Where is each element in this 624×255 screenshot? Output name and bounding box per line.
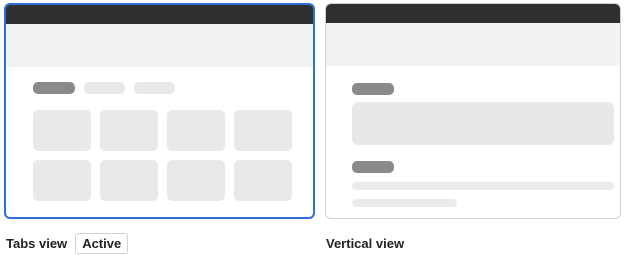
- preview-tile: [234, 160, 292, 201]
- preview-tab: [84, 82, 125, 94]
- preview-subheader: [326, 23, 620, 66]
- preview-tile: [234, 110, 292, 151]
- preview-text-line: [352, 199, 457, 207]
- tabs-view-card[interactable]: [4, 3, 315, 219]
- preview-text-line: [352, 182, 614, 190]
- preview-tile: [167, 160, 225, 201]
- preview-tab-active: [33, 82, 75, 94]
- vertical-view-card[interactable]: [325, 3, 621, 219]
- preview-tile: [167, 110, 225, 151]
- preview-content-block: [352, 102, 614, 145]
- preview-subheader: [6, 24, 313, 67]
- preview-tile: [100, 110, 158, 151]
- preview-section-heading: [352, 83, 394, 95]
- vertical-view-label[interactable]: Vertical view: [326, 236, 404, 251]
- preview-header-bar: [6, 5, 313, 24]
- preview-tab: [134, 82, 175, 94]
- preview-tile: [33, 160, 91, 201]
- tabs-view-label[interactable]: Tabs view: [6, 236, 67, 251]
- tabs-view-label-row: Tabs view Active: [6, 232, 129, 254]
- vertical-view-label-row: Vertical view: [326, 232, 404, 254]
- preview-header-bar: [326, 4, 620, 23]
- active-badge: Active: [75, 232, 129, 254]
- preview-tile: [33, 110, 91, 151]
- preview-section-heading: [352, 161, 394, 173]
- preview-tile: [100, 160, 158, 201]
